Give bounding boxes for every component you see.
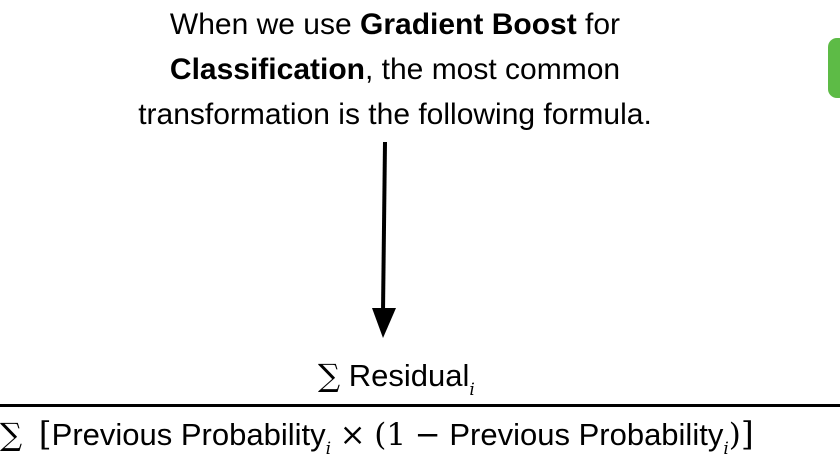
denominator-minus: −: [414, 417, 441, 453]
denominator-term-1: Previous Probability: [51, 417, 326, 452]
fraction-bar: [0, 404, 840, 407]
denominator-times: ×: [339, 417, 366, 453]
formula-denominator: ∑ [Previous Probabilityi × (1 − Previous…: [0, 412, 754, 465]
heading-bold-gradient-boost: Gradient Boost: [360, 8, 577, 41]
down-arrow-icon: [372, 142, 396, 338]
arrow-head: [372, 308, 396, 338]
denominator-sigma: ∑: [0, 417, 23, 453]
denominator-subscript-1: i: [325, 439, 332, 459]
heading-text-after-2: transformation is the following formula.: [138, 98, 652, 131]
denominator-open-paren: (: [374, 417, 387, 453]
arrow-shaft: [381, 142, 387, 313]
numerator-sigma: ∑: [318, 358, 341, 394]
green-tab-edge: [828, 38, 840, 98]
heading-text-after-1: , the most common: [364, 53, 621, 86]
heading-bold-classification: Classification: [169, 53, 365, 86]
denominator-open-bracket: [: [38, 414, 52, 453]
numerator-residual-label: Residual: [348, 358, 470, 393]
heading-text-middle: for: [576, 8, 621, 41]
numerator-subscript: i: [469, 380, 475, 400]
denominator-close-paren: ): [728, 417, 741, 453]
heading-text-before: When we use: [169, 8, 361, 41]
slide: When we use Gradient Boost for Classific…: [0, 0, 840, 465]
denominator-term-2: Previous Probability: [449, 417, 724, 452]
denominator-one: 1: [386, 417, 407, 453]
heading-text: When we use Gradient Boost for Classific…: [40, 2, 750, 137]
denominator-close-bracket: ]: [740, 414, 754, 453]
